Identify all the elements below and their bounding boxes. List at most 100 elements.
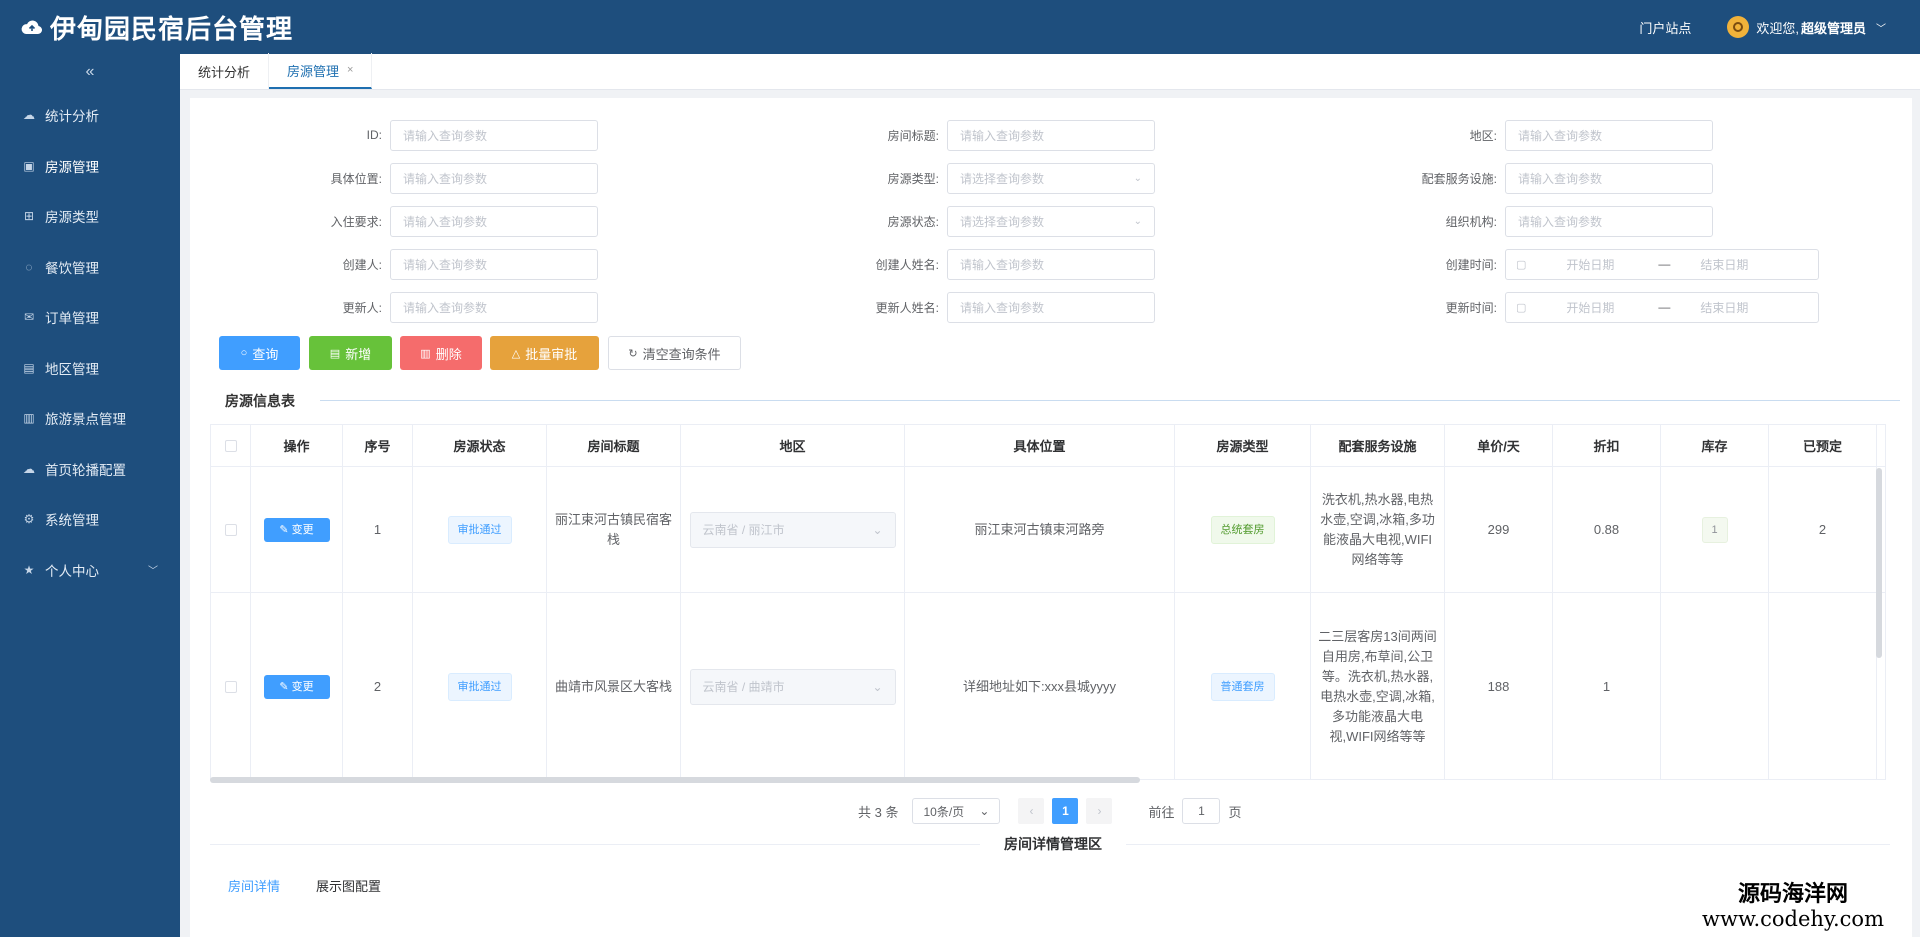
- tab-label: 统计分析: [198, 64, 251, 80]
- table-section-title: 房源信息表: [225, 393, 295, 409]
- start-date-placeholder[interactable]: 开始日期: [1566, 299, 1614, 316]
- type-badge: 普通套房: [1210, 672, 1275, 701]
- goto-page-input[interactable]: 1: [1182, 798, 1221, 824]
- chevron-down-icon: ⌄: [872, 522, 883, 537]
- chevron-down-icon[interactable]: ﹀: [1876, 20, 1886, 35]
- cloud-upload-icon: ☁: [23, 461, 35, 476]
- region-input[interactable]: 请输入查询参数: [1505, 119, 1713, 151]
- creator-input[interactable]: 请输入查询参数: [390, 248, 598, 280]
- table-row[interactable]: ✎ 变更 2 审批通过 曲靖市风景区大客栈 云南省 / 曲靖市 ⌄ 详细地址如下:…: [211, 593, 1885, 779]
- sidebar-item-system[interactable]: ⚙ 系统管理: [0, 494, 180, 545]
- updater-name-input[interactable]: 请输入查询参数: [947, 291, 1155, 323]
- start-date-placeholder[interactable]: 开始日期: [1566, 256, 1614, 273]
- tab-house-management[interactable]: 房源管理 ×: [269, 53, 373, 89]
- end-date-placeholder[interactable]: 结束日期: [1700, 299, 1748, 316]
- edit-label: 变更: [291, 523, 314, 536]
- sidebar-item-profile[interactable]: ★ 个人中心 ﹀: [0, 545, 180, 596]
- checkin-input[interactable]: 请输入查询参数: [390, 205, 598, 237]
- add-button[interactable]: ▤ 新增: [309, 336, 392, 370]
- row-discount: 0.88: [1553, 467, 1661, 592]
- row-location: 详细地址如下:xxx县城yyyy: [905, 593, 1175, 779]
- section-divider: [320, 400, 1900, 401]
- tab-statistics[interactable]: 统计分析: [180, 53, 270, 89]
- sidebar-item-label: 地区管理: [45, 361, 99, 377]
- select-all-cell: [211, 425, 251, 466]
- row-stock: [1661, 593, 1769, 779]
- column-header: 操作: [251, 425, 343, 466]
- update-time-range[interactable]: ▢ 开始日期 — 结束日期: [1505, 291, 1819, 323]
- trash-icon: ▥: [420, 347, 431, 360]
- user-name[interactable]: 超级管理员: [1801, 18, 1866, 37]
- filter-room-type: 房源类型: 请选择查询参数 ⌄: [747, 162, 1155, 194]
- sidebar-item-orders[interactable]: ✉ 订单管理: [0, 292, 180, 343]
- create-time-range[interactable]: ▢ 开始日期 — 结束日期: [1505, 248, 1819, 280]
- column-header: 房源状态: [413, 425, 547, 466]
- page-size-select[interactable]: 10条/页 ⌄: [912, 798, 1001, 824]
- query-button[interactable]: ○ 查询: [219, 336, 300, 370]
- updater-input[interactable]: 请输入查询参数: [390, 291, 598, 323]
- tab-gallery-config[interactable]: 展示图配置: [316, 876, 381, 895]
- table-row[interactable]: ✎ 变更 1 审批通过 丽江束河古镇民宿客栈 云南省 / 丽江市 ⌄ 丽江束河古镇…: [211, 467, 1885, 593]
- total-count: 共 3 条: [858, 804, 899, 820]
- app-title: 伊甸园民宿后台管理: [50, 13, 294, 44]
- tab-room-details[interactable]: 房间详情: [228, 876, 280, 895]
- vertical-scrollbar[interactable]: [1876, 468, 1882, 658]
- sidebar-item-attractions[interactable]: ▥ 旅游景点管理: [0, 393, 180, 444]
- app-logo[interactable]: 伊甸园民宿后台管理: [0, 9, 293, 46]
- page-tabs: 统计分析 房源管理 ×: [180, 53, 1920, 90]
- org-input[interactable]: 请输入查询参数: [1505, 205, 1713, 237]
- page-number-button[interactable]: 1: [1052, 798, 1079, 824]
- id-input[interactable]: 请输入查询参数: [390, 119, 598, 151]
- row-status-cell: 审批通过: [413, 467, 547, 592]
- row-region-cell: 云南省 / 曲靖市 ⌄: [681, 593, 905, 779]
- filter-updater-name: 更新人姓名: 请输入查询参数: [747, 291, 1155, 323]
- end-date-placeholder[interactable]: 结束日期: [1700, 256, 1748, 273]
- gear-icon: ⚙: [23, 512, 35, 527]
- region-cascader: 云南省 / 曲靖市 ⌄: [689, 668, 896, 705]
- sidebar-item-carousel[interactable]: ☁ 首页轮播配置: [0, 444, 180, 495]
- main-content: ID: 请输入查询参数 房间标题: 请输入查询参数 地区: 请输入查询参数 具体…: [190, 98, 1912, 937]
- location-input[interactable]: 请输入查询参数: [390, 162, 598, 194]
- status-select[interactable]: 请选择查询参数 ⌄: [947, 205, 1155, 237]
- chevron-down-icon: ⌄: [979, 804, 990, 818]
- select-all-checkbox[interactable]: [224, 439, 237, 452]
- row-select-cell: [211, 593, 251, 779]
- collapse-sidebar-icon[interactable]: «: [0, 54, 180, 90]
- sidebar-item-statistics[interactable]: ☁ 统计分析: [0, 90, 180, 141]
- prev-page-button[interactable]: ‹: [1018, 798, 1045, 824]
- edit-button[interactable]: ✎ 变更: [263, 674, 330, 699]
- sidebar-item-regions[interactable]: ▤ 地区管理: [0, 343, 180, 394]
- refresh-icon: ↻: [628, 347, 638, 360]
- query-label: 查询: [252, 346, 279, 362]
- clear-button[interactable]: ↻ 清空查询条件: [608, 336, 741, 370]
- date-separator: —: [1658, 257, 1671, 271]
- room-title-input[interactable]: 请输入查询参数: [947, 119, 1155, 151]
- edit-button[interactable]: ✎ 变更: [263, 517, 330, 542]
- batch-approve-button[interactable]: △ 批量审批: [490, 336, 599, 370]
- sidebar-item-house-type[interactable]: ⊞ 房源类型: [0, 191, 180, 242]
- delete-button[interactable]: ▥ 删除: [400, 336, 482, 370]
- row-location: 丽江束河古镇束河路旁: [905, 467, 1175, 592]
- facilities-input[interactable]: 请输入查询参数: [1505, 162, 1713, 194]
- delete-label: 删除: [435, 346, 462, 362]
- welcome-text: 欢迎您,: [1756, 20, 1799, 36]
- row-title: 曲靖市风景区大客栈: [547, 593, 681, 779]
- next-page-button[interactable]: ›: [1086, 798, 1113, 824]
- horizontal-scrollbar[interactable]: [210, 777, 1140, 783]
- column-header: 折扣: [1553, 425, 1661, 466]
- row-booked: 2: [1769, 467, 1877, 592]
- close-icon[interactable]: ×: [347, 64, 353, 76]
- filter-label: 更新人姓名:: [875, 300, 939, 315]
- row-checkbox[interactable]: [224, 680, 237, 693]
- calendar-icon: ▢: [1516, 301, 1527, 314]
- filter-label: 房源类型:: [887, 171, 939, 186]
- filter-label: 更新人:: [342, 300, 382, 315]
- user-avatar-icon[interactable]: [1727, 16, 1750, 38]
- row-checkbox[interactable]: [224, 523, 237, 536]
- column-header: 序号: [343, 425, 413, 466]
- room-type-select[interactable]: 请选择查询参数 ⌄: [947, 162, 1155, 194]
- sidebar-item-house-management[interactable]: ▣ 房源管理: [0, 141, 180, 192]
- portal-link[interactable]: 门户站点: [1639, 18, 1691, 37]
- creator-name-input[interactable]: 请输入查询参数: [947, 248, 1155, 280]
- sidebar-item-catering[interactable]: ◌ 餐饮管理: [0, 242, 180, 293]
